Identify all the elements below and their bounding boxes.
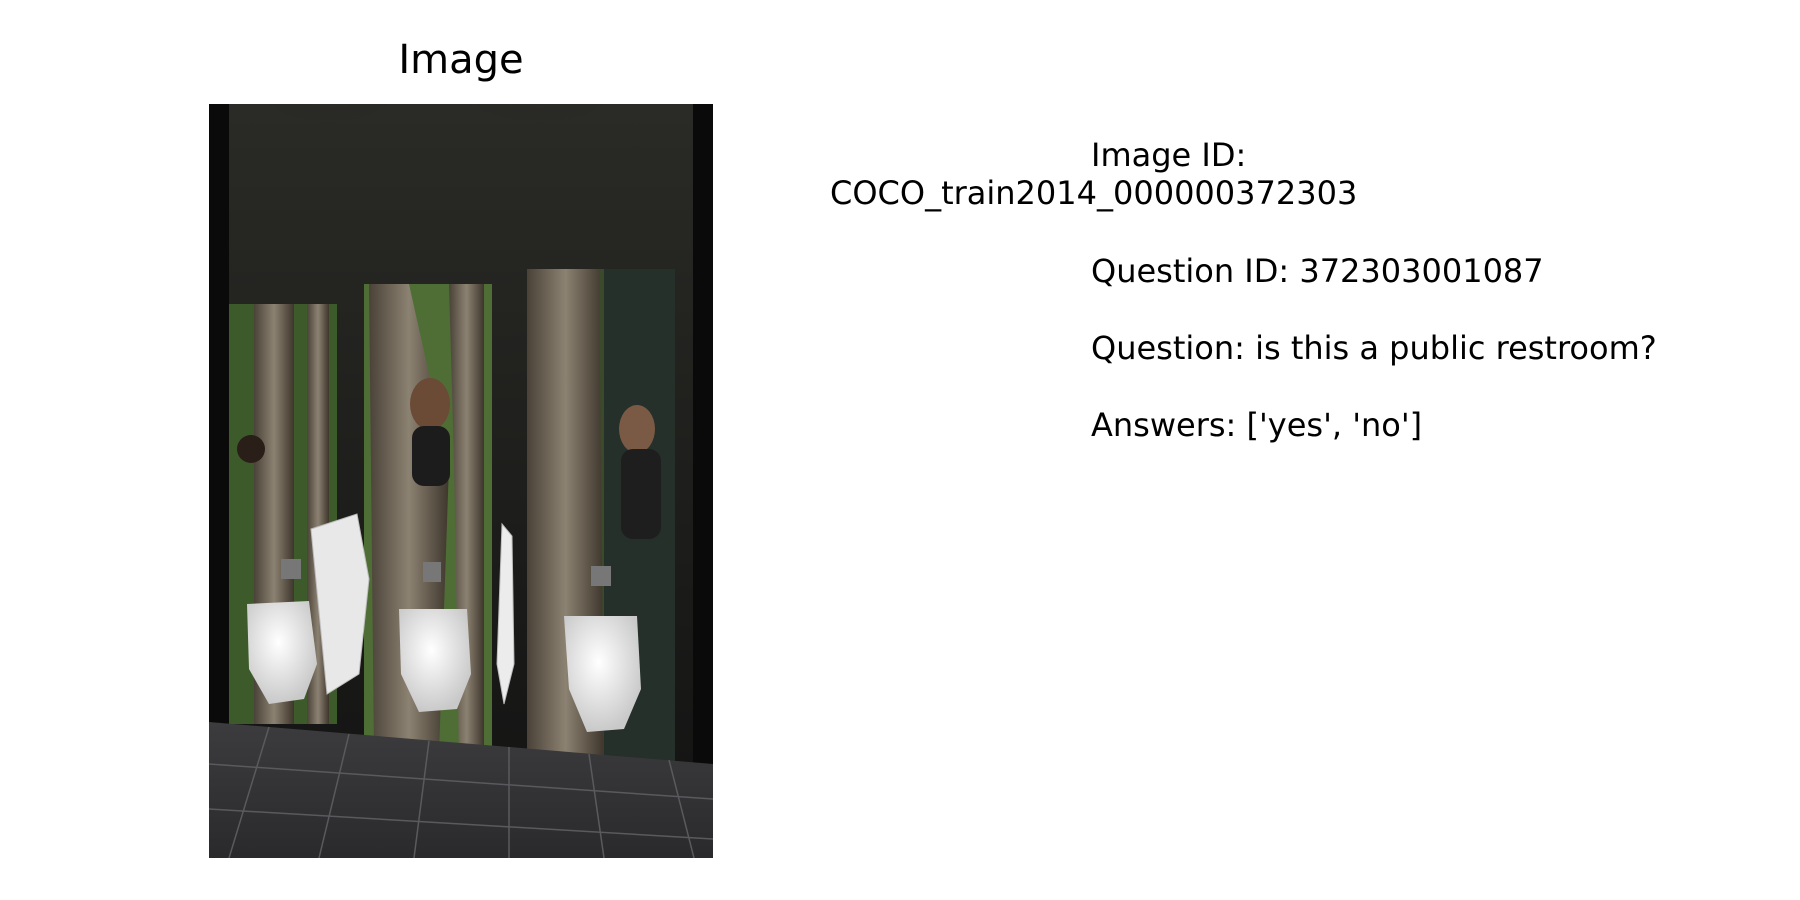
answers-text: Answers: ['yes', 'no']	[1091, 406, 1423, 444]
restroom-photo	[209, 104, 713, 858]
image-panel-title: Image	[398, 37, 524, 83]
question-id: Question ID: 372303001087	[1091, 252, 1544, 290]
image-id-label: Image ID:	[1091, 136, 1247, 174]
question-text: Question: is this a public restroom?	[1091, 329, 1657, 367]
image-id-value: COCO_train2014_000000372303	[830, 174, 1358, 212]
